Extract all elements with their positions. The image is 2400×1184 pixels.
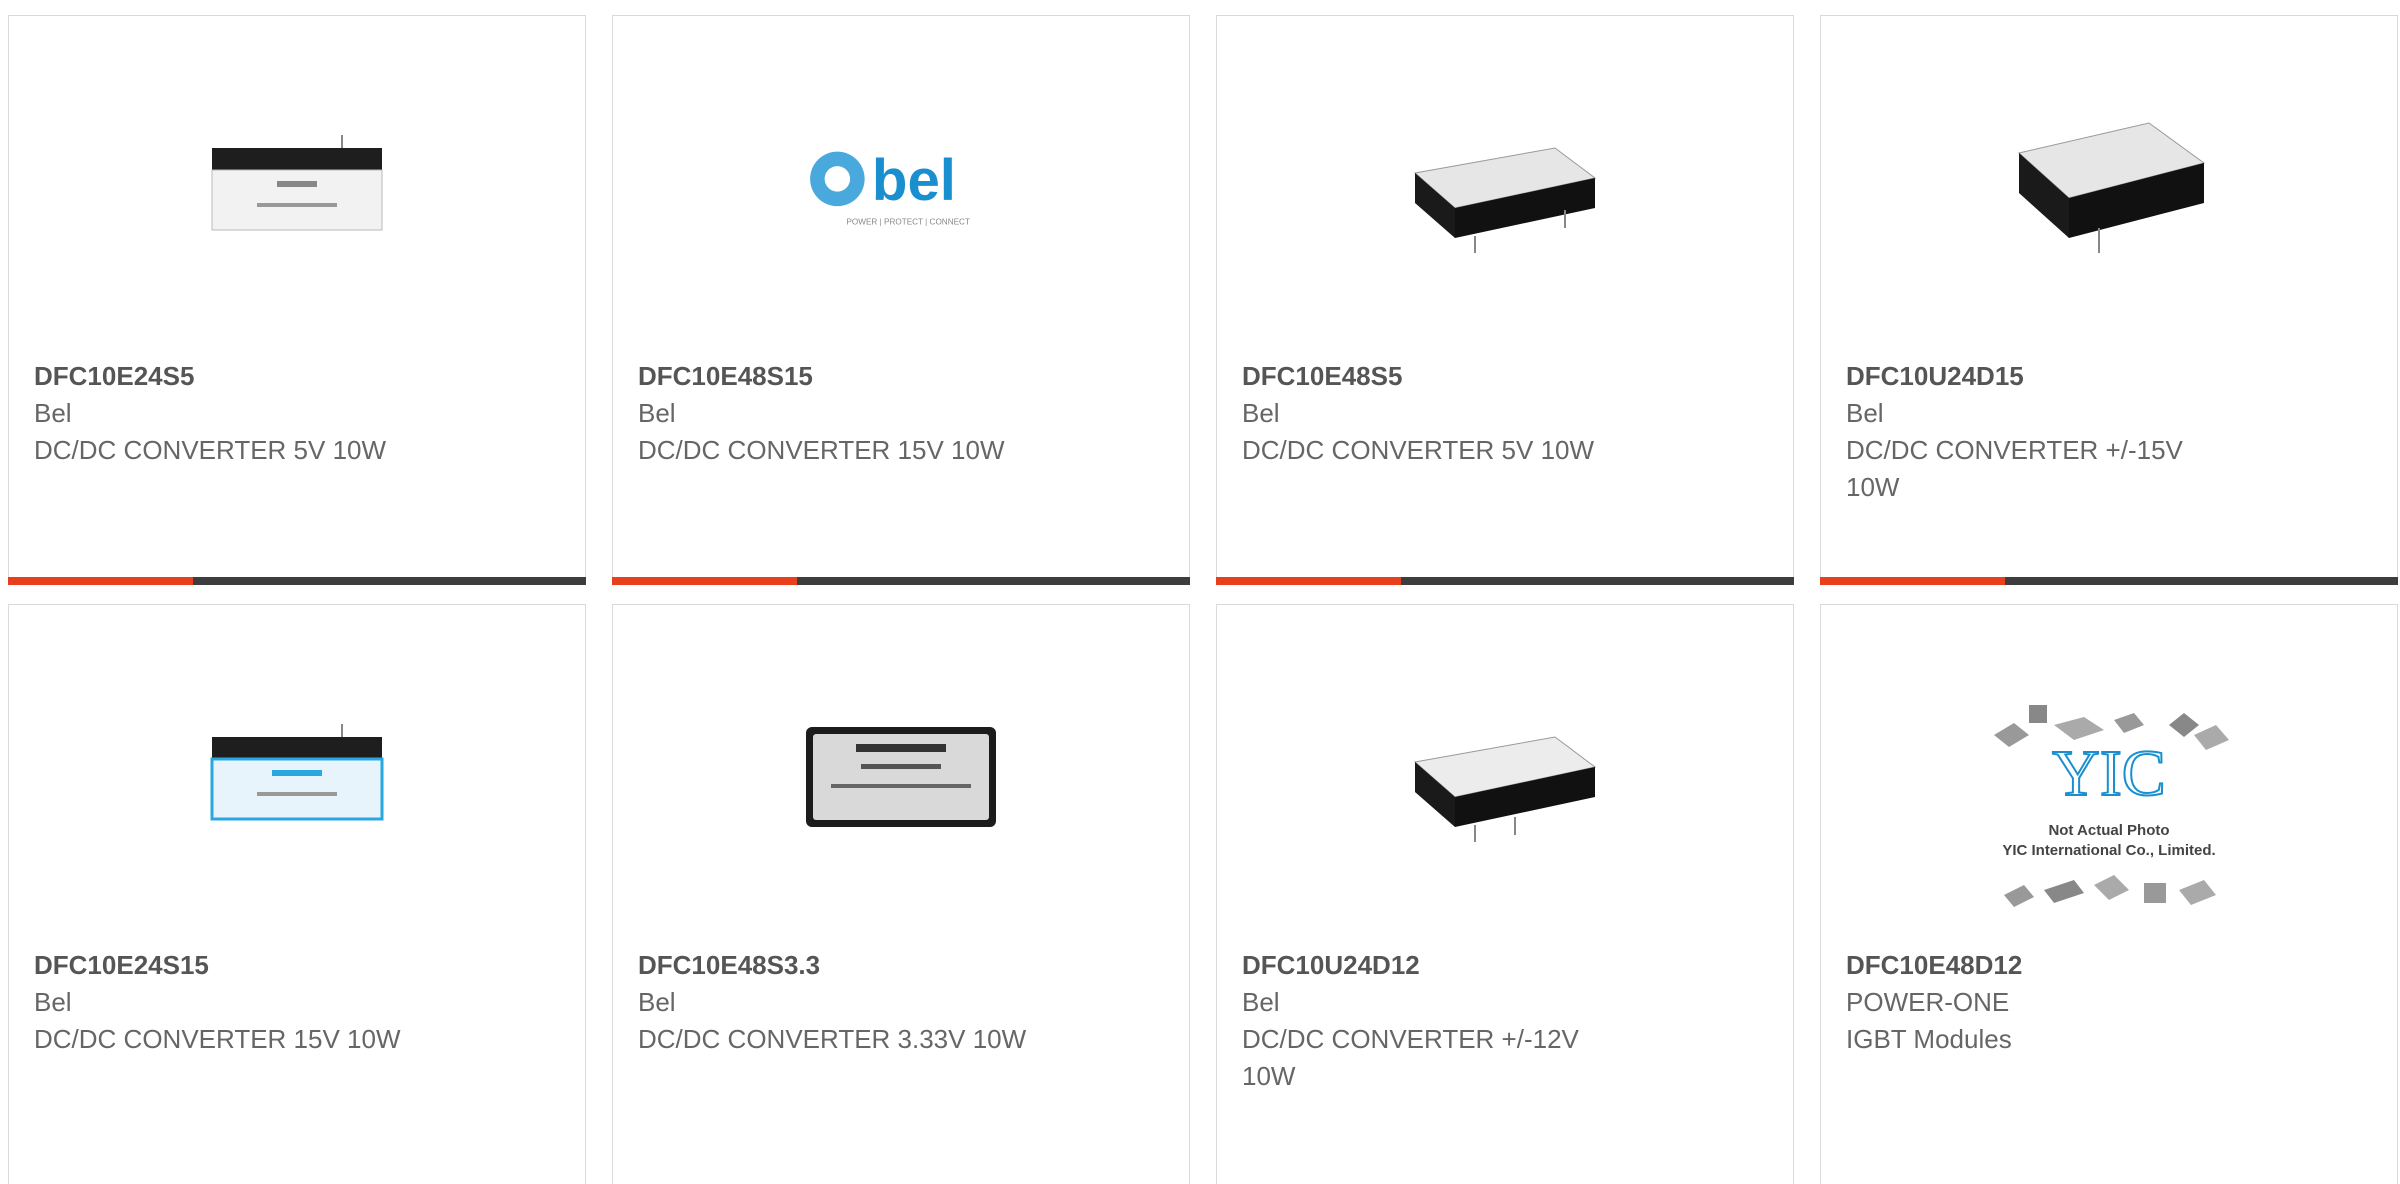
placeholder-line2: YIC International Co., Limited. [2002,842,2215,859]
product-card[interactable]: DFC10U24D12 Bel DC/DC CONVERTER +/-12V 1… [1216,604,1794,1184]
description: DC/DC CONVERTER +/-15V 10W [1846,435,2183,502]
yic-placeholder-icon: YIC Not Actual Photo YIC International C… [1994,705,2229,907]
description: DC/DC CONVERTER 5V 10W [34,435,387,465]
blue-module-icon [210,724,384,821]
product-card[interactable]: DFC10E24S5 Bel DC/DC CONVERTER 5V 10W [8,15,586,585]
part-number[interactable]: DFC10E24S5 [34,358,534,395]
product-card[interactable]: DFC10E24S15 Bel DC/DC CONVERTER 15V 10W [8,604,586,1184]
part-number[interactable]: DFC10U24D12 [1242,947,1742,984]
product-image[interactable] [197,677,397,877]
part-number[interactable]: DFC10E48S3.3 [638,947,1138,984]
product-card[interactable]: YIC Not Actual Photo YIC International C… [1820,604,2398,1184]
progress-bar [8,577,586,585]
description: IGBT Modules [1846,1024,2012,1054]
progress-bar-fill [8,577,193,585]
bel-logo-tagline: POWER | PROTECT | CONNECT [846,217,970,226]
product-card[interactable]: DFC10E48S5 Bel DC/DC CONVERTER 5V 10W [1216,15,1794,585]
product-image[interactable] [197,88,397,288]
product-image[interactable] [2009,88,2209,288]
part-number[interactable]: DFC10U24D15 [1846,358,2346,395]
bel-logo-icon: bel POWER | PROTECT | CONNECT [810,148,970,226]
placeholder-line1: Not Actual Photo [2048,822,2169,839]
progress-bar-fill [1820,577,2005,585]
bel-logo-text: bel [872,148,956,213]
manufacturer: Bel [1846,398,1884,428]
black-module-icon [2017,122,2206,253]
silver-module-icon [806,727,996,827]
manufacturer: Bel [34,987,72,1017]
progress-bar-fill [612,577,797,585]
part-number[interactable]: DFC10E48S15 [638,358,1138,395]
white-module-icon [211,135,383,231]
description: DC/DC CONVERTER 3.33V 10W [638,1024,1027,1054]
part-number[interactable]: DFC10E48S5 [1242,358,1742,395]
manufacturer: POWER-ONE [1846,987,2010,1017]
manufacturer: Bel [34,398,72,428]
description: DC/DC CONVERTER 15V 10W [638,435,1005,465]
product-card[interactable]: bel POWER | PROTECT | CONNECT DFC10E48S1… [612,15,1190,585]
manufacturer: Bel [1242,987,1280,1017]
product-image[interactable]: bel POWER | PROTECT | CONNECT [801,88,1001,288]
description: DC/DC CONVERTER +/-12V 10W [1242,1024,1579,1091]
manufacturer: Bel [638,398,676,428]
progress-bar-fill [1216,577,1401,585]
product-image[interactable]: YIC Not Actual Photo YIC International C… [1984,695,2234,935]
svg-text:YIC: YIC [2052,737,2166,810]
black-module-icon [1413,736,1597,842]
manufacturer: Bel [638,987,676,1017]
description: DC/DC CONVERTER 15V 10W [34,1024,401,1054]
product-image[interactable] [801,677,1001,877]
description: DC/DC CONVERTER 5V 10W [1242,435,1595,465]
product-image[interactable] [1405,88,1605,288]
manufacturer: Bel [1242,398,1280,428]
product-card[interactable]: DFC10U24D15 Bel DC/DC CONVERTER +/-15V 1… [1820,15,2398,585]
black-module-icon [1413,147,1597,253]
product-card[interactable]: DFC10E48S3.3 Bel DC/DC CONVERTER 3.33V 1… [612,604,1190,1184]
product-image[interactable] [1405,677,1605,877]
progress-bar [1820,577,2398,585]
progress-bar [612,577,1190,585]
part-number[interactable]: DFC10E48D12 [1846,947,2346,984]
part-number[interactable]: DFC10E24S15 [34,947,534,984]
progress-bar [1216,577,1794,585]
